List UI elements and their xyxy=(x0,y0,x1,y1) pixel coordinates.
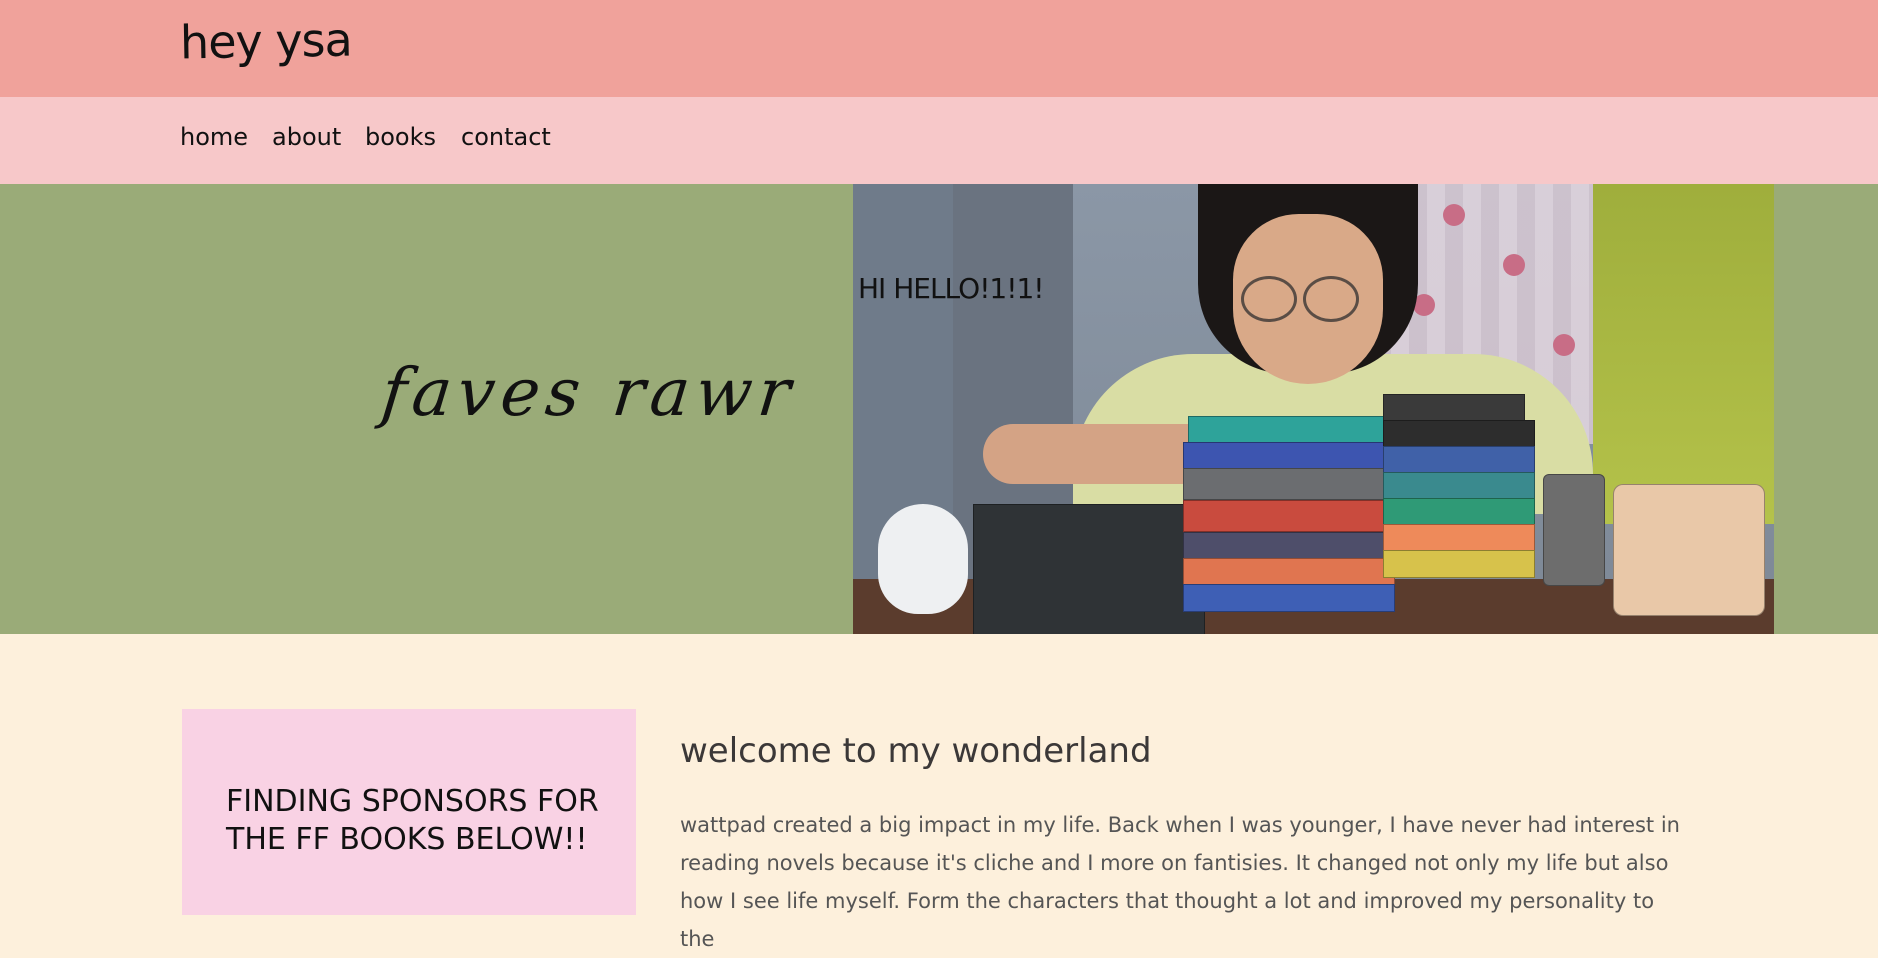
curtain-flower xyxy=(1553,334,1575,356)
book xyxy=(1183,500,1395,532)
main-nav: home about books contact xyxy=(0,97,1878,184)
desk-organizer xyxy=(1613,484,1765,616)
hero-tagline: faves rawr xyxy=(377,354,800,431)
nav-link-home[interactable]: home xyxy=(180,123,248,151)
nav-link-about[interactable]: about xyxy=(272,123,341,151)
nav-link-contact[interactable]: contact xyxy=(461,123,551,151)
book-stack xyxy=(973,504,1205,634)
welcome-paragraph: wattpad created a big impact in my life.… xyxy=(680,813,1680,951)
welcome-heading: welcome to my wonderland xyxy=(680,731,1152,771)
book xyxy=(1383,394,1525,422)
hero-greeting: HI HELLO!1!1! xyxy=(858,272,1045,305)
top-header-bar: hey ysa xyxy=(0,0,1878,97)
pencil-cup-icon xyxy=(1543,474,1605,586)
book xyxy=(1188,416,1390,444)
book xyxy=(1183,532,1395,560)
nav-link-books[interactable]: books xyxy=(365,123,436,151)
book xyxy=(1383,524,1535,552)
book xyxy=(1183,584,1395,612)
sponsor-heading: FINDING SPONSORS FOR THE FF BOOKS BELOW!… xyxy=(226,784,599,857)
book xyxy=(1383,550,1535,578)
book xyxy=(1383,420,1535,448)
book xyxy=(1183,558,1395,586)
hero-photo xyxy=(853,184,1774,634)
photo-curtain-green xyxy=(1593,184,1774,524)
book xyxy=(1183,442,1395,470)
glasses-icon xyxy=(1303,276,1359,322)
sponsor-card: FINDING SPONSORS FOR THE FF BOOKS BELOW!… xyxy=(182,709,636,915)
book xyxy=(1383,498,1535,526)
curtain-flower xyxy=(1503,254,1525,276)
book xyxy=(1183,468,1395,500)
book xyxy=(1383,472,1535,500)
book xyxy=(1383,446,1535,474)
hero-banner: faves rawr HI HELLO!1!1! xyxy=(0,184,1878,634)
cat-lamp-icon xyxy=(878,504,968,614)
glasses-icon xyxy=(1241,276,1297,322)
curtain-flower xyxy=(1443,204,1465,226)
site-title[interactable]: hey ysa xyxy=(180,13,353,70)
